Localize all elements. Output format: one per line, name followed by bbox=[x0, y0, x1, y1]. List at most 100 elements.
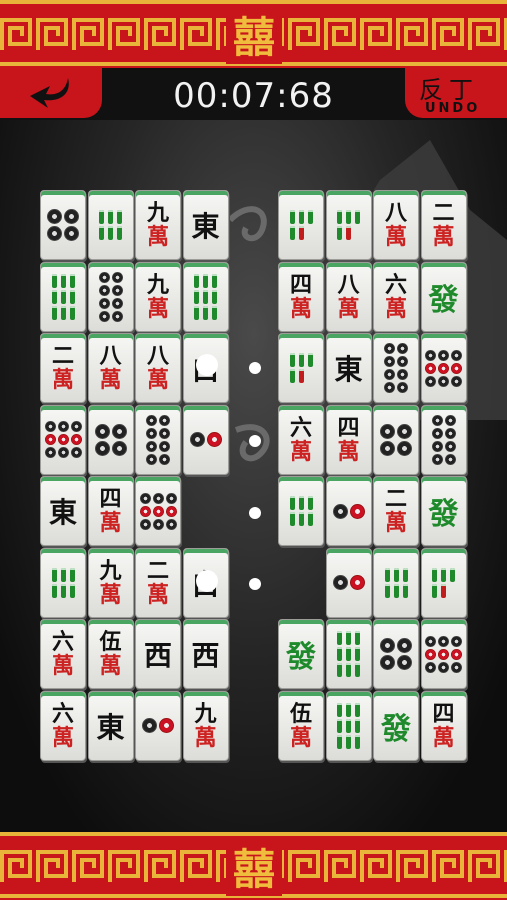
mahjong-tile[interactable]: 東 bbox=[87, 690, 134, 761]
dot-pip bbox=[206, 432, 222, 447]
tile-wan: 萬 bbox=[337, 438, 360, 465]
tile-number: 四 bbox=[289, 271, 312, 298]
mahjong-tile[interactable] bbox=[278, 190, 324, 260]
mahjong-tile[interactable] bbox=[182, 404, 229, 475]
bamboo-stick bbox=[337, 734, 342, 749]
character-tile-face: 伍萬 bbox=[290, 703, 312, 749]
dot-pip bbox=[111, 440, 127, 456]
mahjong-tile[interactable]: 二萬 bbox=[373, 476, 419, 546]
bamboo-stick bbox=[203, 289, 208, 304]
mahjong-tile[interactable] bbox=[87, 404, 134, 475]
mahjong-tile[interactable]: 八萬 bbox=[87, 333, 134, 403]
mahjong-tile[interactable]: 伍萬 bbox=[278, 690, 324, 761]
mahjong-tile[interactable]: 東 bbox=[325, 333, 372, 403]
mahjong-tile[interactable]: 四萬 bbox=[325, 404, 372, 475]
mahjong-tile[interactable] bbox=[325, 619, 372, 689]
mahjong-tile[interactable]: 六萬 bbox=[40, 690, 86, 761]
mahjong-tile[interactable]: 四萬 bbox=[278, 261, 324, 332]
mahjong-tile[interactable]: 西 bbox=[182, 619, 229, 689]
dots-grid bbox=[425, 349, 462, 387]
mahjong-tile[interactable] bbox=[373, 333, 419, 403]
mahjong-tile[interactable] bbox=[135, 404, 181, 475]
mahjong-tile[interactable]: 六萬 bbox=[373, 261, 419, 332]
tile-wan: 萬 bbox=[99, 367, 122, 393]
undo-button[interactable]: 反丁 UNDO bbox=[405, 68, 507, 118]
mahjong-tile[interactable] bbox=[40, 261, 86, 332]
mahjong-tile[interactable] bbox=[278, 333, 324, 403]
mahjong-tile[interactable]: 發 bbox=[420, 261, 467, 332]
mahjong-tile[interactable] bbox=[278, 476, 324, 546]
bamboo-stick bbox=[117, 226, 122, 240]
mahjong-tile[interactable]: 九萬 bbox=[182, 690, 229, 761]
mahjong-tile[interactable] bbox=[420, 333, 467, 403]
mahjong-tile[interactable]: 八萬 bbox=[325, 261, 372, 332]
mahjong-tile[interactable]: 六萬 bbox=[40, 619, 86, 689]
dot-pip bbox=[111, 423, 127, 439]
dots-grid bbox=[47, 209, 79, 241]
mahjong-tile[interactable] bbox=[87, 261, 134, 332]
top-banner: 囍 bbox=[0, 0, 507, 68]
mahjong-tile[interactable]: 四萬 bbox=[420, 690, 467, 761]
mahjong-tile[interactable]: 伍萬 bbox=[87, 619, 134, 689]
mahjong-tile[interactable]: 東 bbox=[40, 476, 86, 546]
mahjong-tile[interactable] bbox=[325, 547, 372, 618]
mahjong-tile[interactable]: 八萬 bbox=[135, 333, 181, 403]
bamboo-stick bbox=[289, 512, 295, 526]
tile-wan: 萬 bbox=[146, 295, 169, 322]
mahjong-tile[interactable]: 九萬 bbox=[135, 261, 181, 332]
dot-pip bbox=[384, 382, 395, 393]
mahjong-tile[interactable]: 西 bbox=[135, 619, 181, 689]
dot-pip bbox=[44, 447, 56, 458]
bamboo-stick bbox=[203, 273, 208, 288]
mahjong-tile[interactable] bbox=[373, 404, 419, 475]
bamboo-stick bbox=[337, 631, 342, 645]
mahjong-tile[interactable] bbox=[87, 190, 134, 260]
bamboo-grid bbox=[384, 567, 408, 598]
mahjong-tile[interactable]: 六萬 bbox=[278, 404, 324, 475]
tile-number: 二 bbox=[432, 200, 455, 226]
mahjong-tile[interactable]: 二萬 bbox=[135, 547, 181, 618]
dot-pip bbox=[47, 226, 62, 241]
mahjong-tile[interactable]: 發 bbox=[373, 690, 419, 761]
mahjong-tile[interactable]: 發 bbox=[278, 619, 324, 689]
mahjong-tile[interactable]: 二萬 bbox=[420, 190, 467, 260]
mahjong-tile[interactable] bbox=[373, 619, 419, 689]
mahjong-tile[interactable] bbox=[135, 476, 181, 546]
mahjong-tile[interactable]: 四萬 bbox=[87, 476, 134, 546]
bamboo-stick bbox=[432, 583, 437, 598]
bamboo-stick bbox=[307, 210, 313, 224]
mahjong-tile[interactable] bbox=[40, 190, 86, 260]
mahjong-tile[interactable] bbox=[325, 190, 372, 260]
mahjong-tile[interactable] bbox=[40, 404, 86, 475]
dot-pip bbox=[98, 297, 110, 309]
bamboo-stick bbox=[337, 718, 342, 733]
mahjong-tile[interactable]: 八萬 bbox=[373, 190, 419, 260]
dot-pip bbox=[159, 453, 170, 465]
dot-pip bbox=[165, 518, 177, 530]
mahjong-tile[interactable]: 東 bbox=[182, 190, 229, 260]
mahjong-tile[interactable] bbox=[420, 547, 467, 618]
tile-wan: 萬 bbox=[289, 295, 312, 322]
tile-wan: 萬 bbox=[146, 581, 169, 608]
mahjong-tile[interactable]: 發 bbox=[420, 476, 467, 546]
dot-pip bbox=[397, 440, 412, 456]
mahjong-tile[interactable] bbox=[420, 619, 467, 689]
character-tile-face: 六萬 bbox=[52, 631, 74, 677]
mahjong-tile[interactable] bbox=[40, 547, 86, 618]
mahjong-tile[interactable] bbox=[325, 690, 372, 761]
mahjong-tile[interactable] bbox=[420, 404, 467, 475]
character-tile-face: 六萬 bbox=[52, 703, 74, 749]
tile-number: 九 bbox=[194, 700, 217, 727]
mahjong-tile[interactable]: 二萬 bbox=[40, 333, 86, 403]
dot-pip bbox=[438, 349, 449, 361]
mahjong-tile[interactable] bbox=[373, 547, 419, 618]
tile-number: 九 bbox=[146, 271, 169, 298]
hint-marker bbox=[196, 354, 218, 376]
mahjong-tile[interactable] bbox=[182, 261, 229, 332]
mahjong-tile[interactable] bbox=[135, 690, 181, 761]
mahjong-tile[interactable]: 九萬 bbox=[135, 190, 181, 260]
bamboo-stick bbox=[346, 631, 351, 645]
tile-wan: 萬 bbox=[384, 224, 407, 250]
mahjong-tile[interactable] bbox=[325, 476, 372, 546]
mahjong-tile[interactable]: 九萬 bbox=[87, 547, 134, 618]
